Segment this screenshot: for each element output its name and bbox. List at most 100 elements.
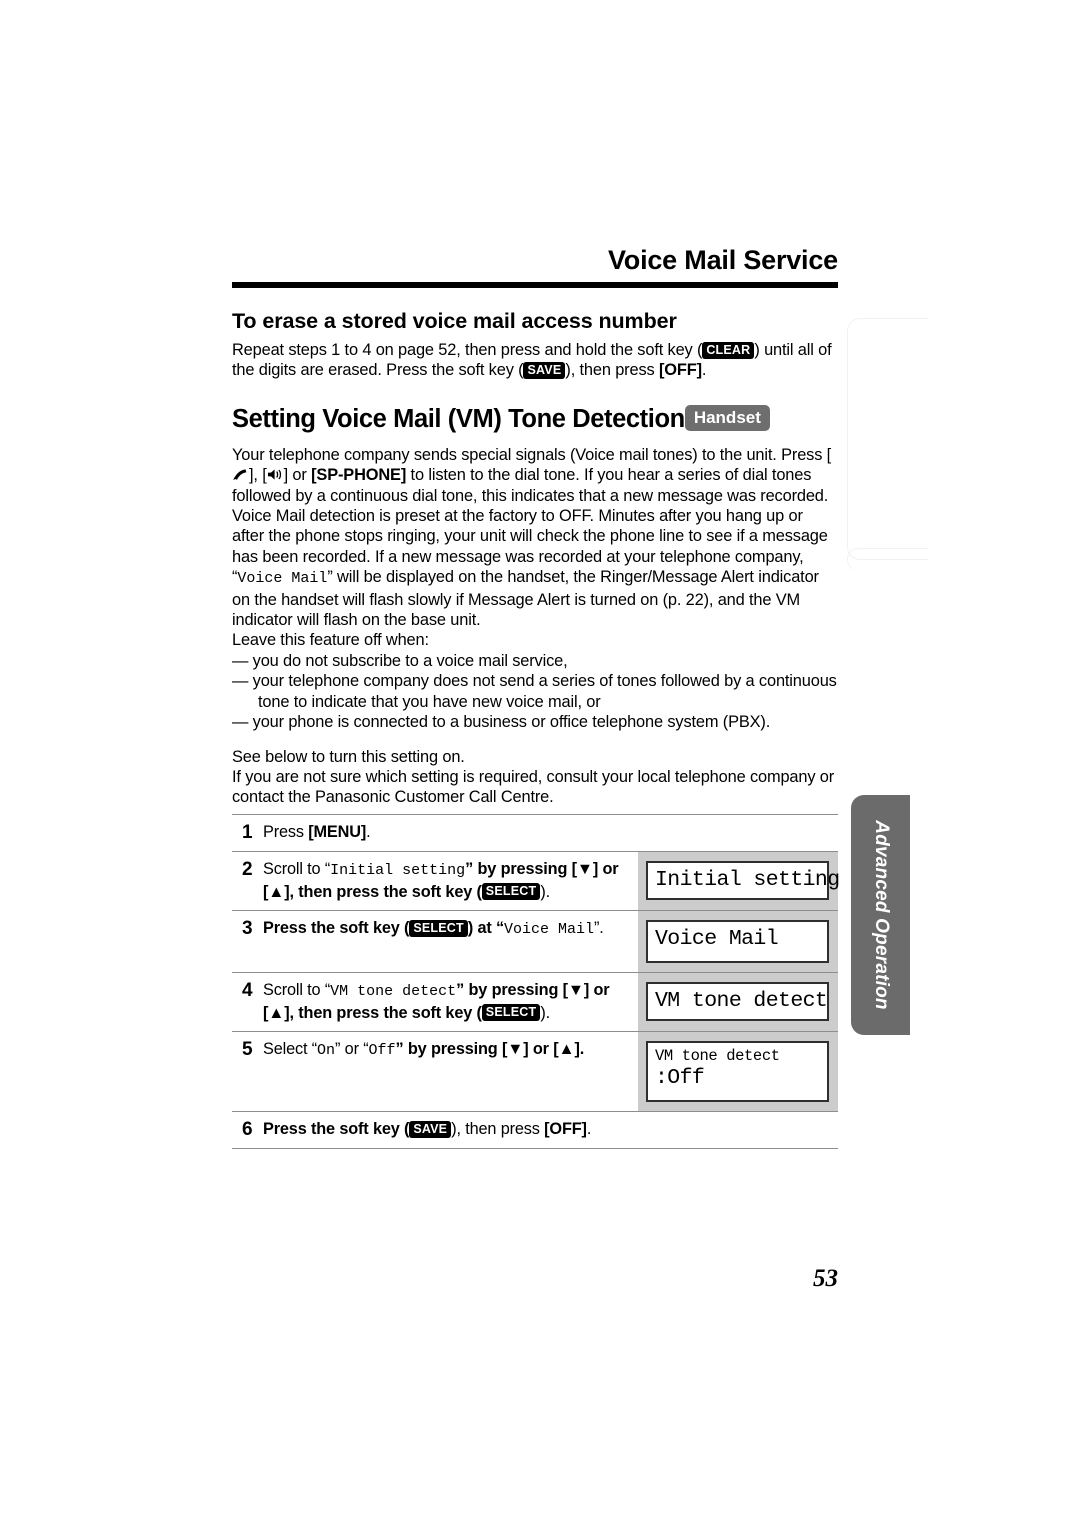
page-content: To erase a stored voice mail access numb…: [232, 300, 838, 808]
step-5-text-c: ” by pressing [▼] or [▲].: [395, 1040, 585, 1059]
step-4-text-a: Scroll to “: [263, 981, 331, 1000]
manual-page: Voice Mail Service To erase a stored voi…: [0, 0, 1080, 1528]
step-6-display-cell: [638, 1112, 838, 1148]
step-2-text-a: Scroll to “: [263, 860, 331, 878]
step-row-1: 1 Press [MENU].: [232, 814, 838, 851]
page-header: Voice Mail Service: [232, 243, 838, 288]
display-text-vm-tone-detect: VM tone detect: [330, 983, 457, 1001]
step-6-text-c: .: [586, 1120, 592, 1139]
key-sp-phone-label: [SP-PHONE]: [311, 466, 407, 485]
telephone-handset-icon: [232, 468, 249, 481]
softkey-select-chip: SELECT: [481, 883, 541, 901]
lcd-screen-voice-mail: Voice Mail: [646, 920, 829, 964]
header-rule: [232, 282, 838, 288]
side-tab-advanced-operation[interactable]: Advanced Operation: [851, 795, 910, 1035]
step-2-display-cell: Initial setting: [638, 852, 840, 911]
step-3-text-c: ”.: [594, 919, 604, 938]
display-text-voice-mail: Voice Mail: [237, 570, 328, 588]
leave-off-bullet-2: — your telephone company does not send a…: [232, 672, 837, 711]
display-text-on: On: [317, 1042, 336, 1060]
step-1-number: 1: [242, 822, 253, 843]
leave-off-bullet-3: — your phone is connected to a business …: [232, 713, 771, 732]
step-6-text-a: Press the soft key (: [263, 1120, 410, 1139]
step-row-2: 2 Scroll to “Initial setting” by pressin…: [232, 851, 840, 911]
erase-text-a: Repeat steps 1 to 4 on page 52, then pre…: [232, 341, 703, 359]
lcd-screen-initial-setting: Initial setting: [646, 861, 840, 900]
step-row-3: 3 Press the soft key (SELECT) at “Voice …: [232, 910, 838, 973]
vm-text-c: ] or: [283, 466, 312, 485]
softkey-clear-chip: CLEAR: [702, 341, 755, 359]
step-2-instruction: Scroll to “Initial setting” by pressing …: [263, 859, 630, 902]
step-3-display-cell: Voice Mail: [638, 911, 838, 973]
step-4-instruction: Scroll to “VM tone detect” by pressing […: [263, 980, 630, 1023]
step-5-number: 5: [242, 1039, 253, 1061]
step-6-instruction: Press the soft key (SAVE), then press [O…: [263, 1119, 630, 1140]
step-2-text-c: ).: [540, 882, 550, 901]
step-row-5: 5 Select “On” or “Off” by pressing [▼] o…: [232, 1031, 838, 1112]
softkey-save-chip: SAVE: [409, 1120, 452, 1138]
lcd-line-1: Voice Mail: [655, 927, 779, 952]
erase-text-c: ), then press: [565, 361, 659, 380]
lcd-line-1: VM tone detect: [655, 989, 828, 1014]
key-menu-label: [MENU]: [308, 823, 367, 841]
step-5-text-cell: 5 Select “On” or “Off” by pressing [▼] o…: [232, 1032, 638, 1111]
display-text-initial-setting: Initial setting: [330, 862, 466, 879]
leave-off-intro: Leave this feature off when:: [232, 631, 429, 650]
step-1-display-cell: [638, 815, 838, 851]
step-5-text-b: ” or “: [335, 1040, 369, 1059]
lcd-screen-vm-tone-detect: VM tone detect: [646, 982, 829, 1022]
step-5-text-a: Select “: [263, 1040, 317, 1059]
speaker-icon: [267, 468, 284, 481]
section-title-vm-tone-detection: Setting Voice Mail (VM) Tone Detection Ha…: [232, 403, 838, 435]
step-4-display-cell: VM tone detect: [638, 973, 838, 1032]
step-3-number: 3: [242, 918, 253, 940]
lcd-line-1: Initial setting: [655, 868, 840, 892]
page-number: 53: [813, 1265, 838, 1292]
step-1-instruction: Press [MENU].: [263, 822, 630, 843]
section-title-text: Setting Voice Mail (VM) Tone Detection: [232, 404, 685, 433]
step-3-instruction: Press the soft key (SELECT) at “Voice Ma…: [263, 918, 630, 941]
handset-badge: Handset: [684, 404, 770, 431]
step-2-text-cell: 2 Scroll to “Initial setting” by pressin…: [232, 852, 638, 910]
not-sure-note: If you are not sure which setting is req…: [232, 767, 835, 807]
step-row-6: 6 Press the soft key (SAVE), then press …: [232, 1111, 838, 1150]
running-title: Voice Mail Service: [607, 245, 838, 275]
softkey-select-chip: SELECT: [409, 919, 468, 937]
display-text-off: Off: [368, 1042, 396, 1060]
lcd-line-1: VM tone detect: [655, 1047, 780, 1066]
procedure-steps-table: 1 Press [MENU]. 2 Scroll to “Initial set…: [232, 814, 840, 1150]
step-6-text-cell: 6 Press the soft key (SAVE), then press …: [232, 1112, 638, 1148]
paragraph-vm-description: Your telephone company sends special sig…: [232, 445, 838, 631]
step-1-text-a: Press: [263, 823, 309, 841]
step-1-text-cell: 1 Press [MENU].: [232, 815, 638, 851]
step-1-text-b: .: [366, 823, 371, 841]
step-2-number: 2: [242, 859, 253, 880]
paragraph-erase-steps: Repeat steps 1 to 4 on page 52, then pre…: [232, 340, 838, 381]
step-4-number: 4: [242, 980, 253, 1002]
lcd-screen-vm-tone-detect-off: VM tone detect :Off: [646, 1041, 829, 1103]
softkey-save-chip: SAVE: [523, 361, 566, 379]
vm-text-b: ], [: [249, 466, 267, 485]
display-text-voice-mail: Voice Mail: [504, 921, 595, 939]
step-3-text-b: ) at “: [467, 919, 505, 938]
step-3-text-cell: 3 Press the soft key (SELECT) at “Voice …: [232, 911, 638, 972]
step-3-text-a: Press the soft key (: [263, 919, 410, 938]
subheading-erase: To erase a stored voice mail access numb…: [232, 309, 677, 333]
step-4-text-cell: 4 Scroll to “VM tone detect” by pressing…: [232, 973, 638, 1031]
see-below-note: See below to turn this setting on.: [232, 747, 465, 766]
step-row-4: 4 Scroll to “VM tone detect” by pressing…: [232, 972, 838, 1032]
ghost-tab-divider: [847, 548, 928, 571]
vm-text-a: Your telephone company sends special sig…: [232, 445, 832, 464]
step-5-instruction: Select “On” or “Off” by pressing [▼] or …: [263, 1039, 630, 1062]
step-6-number: 6: [242, 1119, 253, 1141]
softkey-select-chip: SELECT: [481, 1004, 541, 1022]
side-tab-label: Advanced Operation: [870, 820, 892, 1010]
ghost-tab-above: [847, 318, 928, 560]
step-5-display-cell: VM tone detect :Off: [638, 1032, 838, 1112]
step-4-text-c: ).: [540, 1003, 550, 1022]
key-off-label: [OFF]: [544, 1120, 587, 1139]
key-off-label: [OFF]: [658, 361, 702, 380]
leave-off-bullet-1: — you do not subscribe to a voice mail s…: [232, 651, 568, 670]
lcd-line-2: :Off: [655, 1066, 705, 1091]
erase-text-d: .: [701, 361, 707, 380]
